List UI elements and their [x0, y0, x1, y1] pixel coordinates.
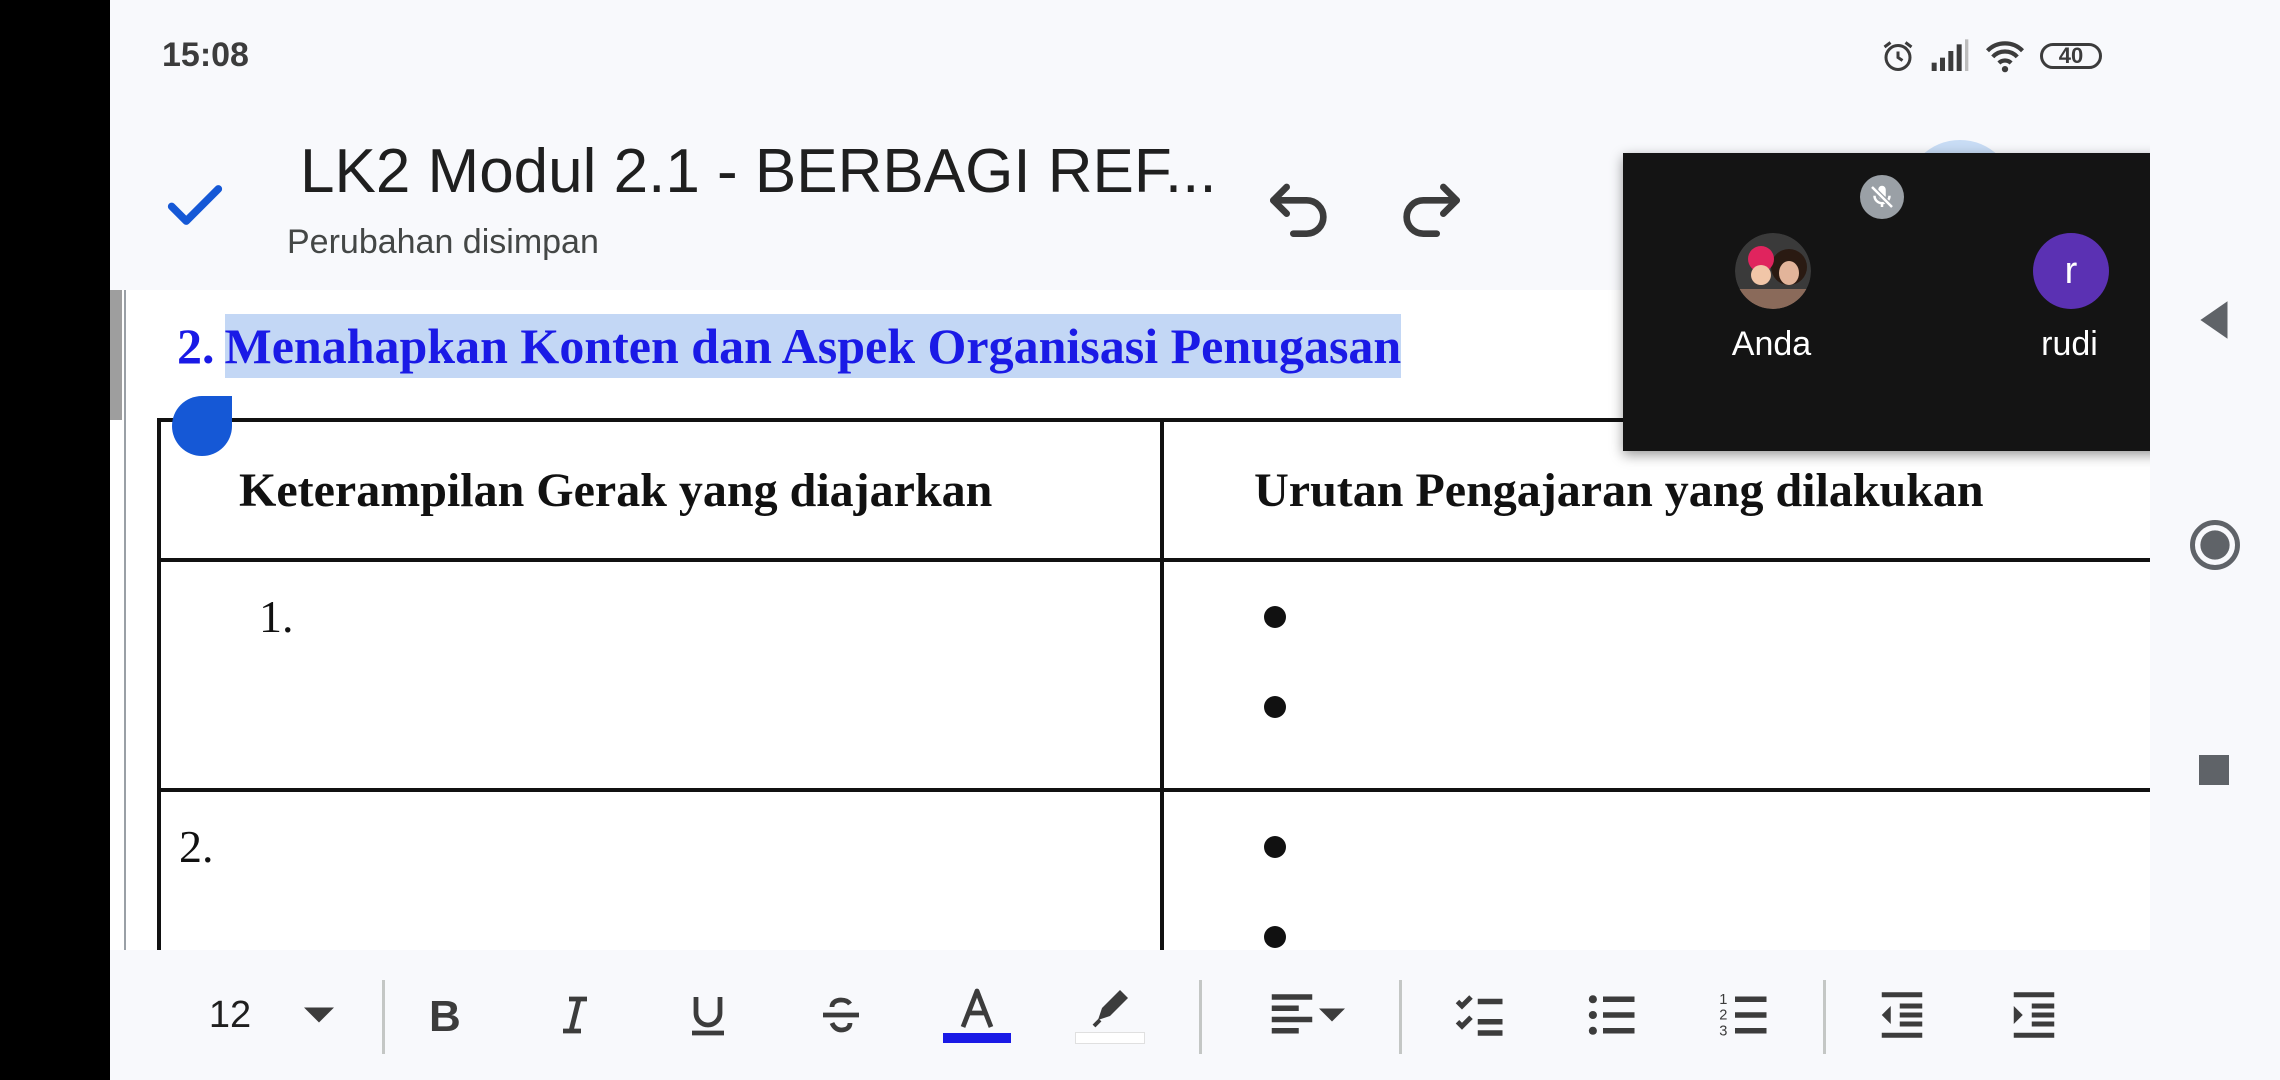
bullet-point	[1264, 926, 1287, 948]
text-color-icon	[960, 988, 994, 1028]
italic-icon	[563, 996, 587, 1034]
participant-tile[interactable]: Anda	[1623, 153, 1920, 451]
document-title[interactable]: LK2 Modul 2.1 - BERBAGI REF...	[300, 136, 1217, 207]
selected-heading-text[interactable]: Menahapkan Konten dan Aspek Organisasi P…	[224, 314, 1402, 378]
alarm-icon	[1883, 41, 1913, 71]
row-number: 1.	[259, 591, 294, 642]
font-size-dropdown[interactable]	[294, 980, 344, 1050]
svg-text:B: B	[429, 992, 461, 1039]
table-cell-sequence[interactable]	[1160, 558, 2150, 792]
numbered-list-button[interactable]: 123	[1704, 980, 1784, 1050]
svg-text:2: 2	[1719, 1008, 1727, 1024]
font-size-value[interactable]: 12	[200, 980, 260, 1050]
check-icon	[167, 185, 223, 225]
ruler-grip[interactable]	[110, 290, 122, 420]
formatting-toolbar: 12 B 1 2 3	[110, 950, 2150, 1080]
bullet-point	[1264, 836, 1287, 858]
dropdown-arrow-icon	[304, 1007, 334, 1023]
heading-number: 2.	[177, 318, 215, 374]
table-row: 1.	[156, 558, 2150, 792]
bulleted-list-button[interactable]	[1572, 980, 1652, 1050]
highlight-color-button[interactable]	[1070, 980, 1150, 1050]
toolbar-separator	[382, 980, 385, 1054]
undo-button[interactable]	[1260, 167, 1340, 247]
toolbar-separator	[1823, 980, 1826, 1054]
undo-icon	[1270, 183, 1327, 238]
table-header-skill[interactable]: Keterampilan Gerak yang diajarkan	[156, 418, 1165, 562]
mic-off-icon	[1860, 175, 1904, 219]
italic-button[interactable]	[540, 980, 610, 1050]
battery-indicator: 40	[2040, 43, 2102, 69]
page-ruler	[110, 290, 126, 950]
toolbar-separator	[1199, 980, 1202, 1054]
row-number: 2.	[179, 821, 214, 872]
section-heading[interactable]: 2. Menahapkan Konten dan Aspek Organisasi…	[177, 300, 1402, 392]
status-icons: 40	[1880, 36, 2102, 76]
decrease-indent-icon	[1881, 992, 1923, 1038]
redo-button[interactable]	[1390, 167, 1470, 247]
table-cell-skill[interactable]: 2.	[156, 788, 1165, 950]
docs-app: 15:08 40 LK2 Modul 2.1 - BERBAGI REF... …	[110, 0, 2150, 1080]
status-time: 15:08	[162, 36, 249, 74]
align-button[interactable]	[1250, 980, 1360, 1050]
participant-avatar-photo	[1735, 233, 1811, 309]
bullet-point	[1264, 696, 1287, 718]
selection-handle[interactable]	[172, 396, 232, 456]
text-color-swatch	[943, 1033, 1011, 1043]
toolbar-separator	[1399, 980, 1402, 1054]
bold-icon: B	[429, 992, 461, 1039]
checklist-icon	[1455, 995, 1503, 1036]
signal-icon	[1931, 39, 1969, 71]
bold-button[interactable]: B	[408, 980, 478, 1050]
participant-avatar-initial: r	[2033, 233, 2109, 309]
bullet-point	[1264, 606, 1287, 628]
back-triangle-icon	[2200, 301, 2228, 339]
redo-icon	[1403, 183, 1460, 238]
participant-tile[interactable]: r rudi	[1921, 153, 2150, 451]
nav-home-button[interactable]	[2188, 518, 2242, 572]
save-status: Perubahan disimpan	[287, 223, 599, 261]
status-bar: 15:08 40	[110, 0, 2150, 110]
svg-text:1: 1	[1719, 992, 1727, 1008]
done-button[interactable]	[160, 170, 230, 240]
lesson-table: Keterampilan Gerak yang diajarkan Urutan…	[156, 418, 2150, 950]
table-cell-sequence[interactable]	[1160, 788, 2150, 950]
highlighter-icon	[1092, 990, 1128, 1028]
decrease-indent-button[interactable]	[1862, 980, 1942, 1050]
align-left-icon	[1271, 994, 1313, 1034]
highlight-color-swatch	[1075, 1032, 1145, 1044]
numbered-list-icon: 123	[1719, 992, 1767, 1039]
home-circle-icon	[2190, 520, 2240, 570]
underline-button[interactable]	[673, 980, 743, 1050]
increase-indent-button[interactable]	[1994, 980, 2074, 1050]
participant-name: rudi	[2041, 325, 2098, 363]
nav-back-button[interactable]	[2190, 295, 2240, 345]
recents-square-icon	[2199, 755, 2229, 785]
participant-name: Anda	[1731, 325, 1812, 363]
wifi-icon	[1986, 41, 2024, 73]
bulleted-list-icon	[1588, 995, 1635, 1035]
strikethrough-button[interactable]	[806, 980, 876, 1050]
increase-indent-icon	[2013, 992, 2055, 1038]
text-color-button[interactable]	[937, 980, 1017, 1050]
table-cell-skill[interactable]: 1.	[156, 558, 1165, 792]
system-navigation-bar	[2150, 0, 2280, 1080]
lesson-table-container: Keterampilan Gerak yang diajarkan Urutan…	[156, 418, 2150, 950]
table-row: 2.	[156, 788, 2150, 950]
checklist-button[interactable]	[1440, 980, 1520, 1050]
nav-recents-button[interactable]	[2194, 750, 2234, 790]
call-participants-overlay[interactable]: Anda r rudi	[1623, 153, 2150, 451]
dropdown-arrow-icon	[1319, 1008, 1345, 1022]
svg-text:3: 3	[1719, 1023, 1727, 1039]
strikethrough-icon	[823, 997, 859, 1033]
underline-icon	[692, 997, 724, 1036]
